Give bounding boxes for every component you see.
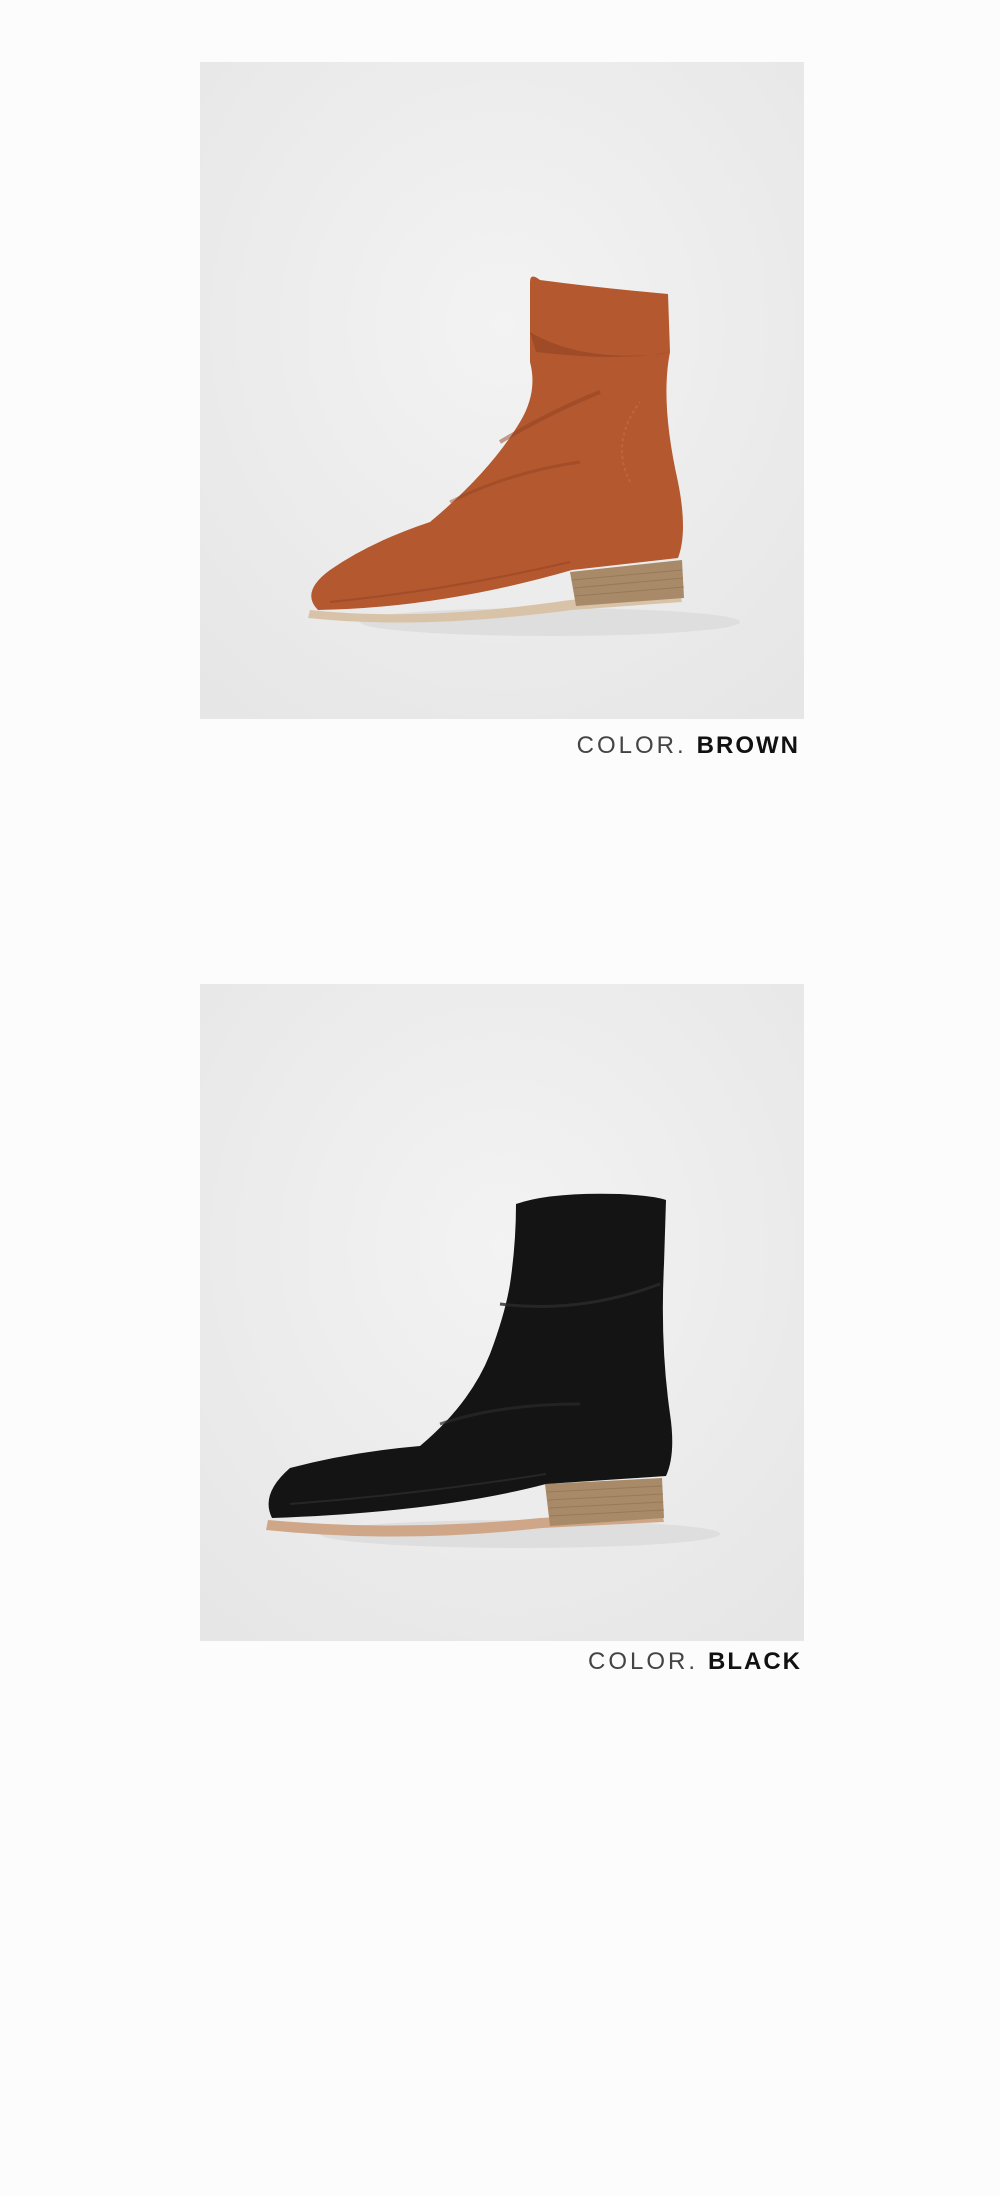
black-boot-image: [200, 984, 804, 1641]
color-caption-black: COLOR. BLACK: [588, 1648, 802, 1676]
color-label: COLOR.: [587, 1648, 698, 1675]
brown-boot-image: [200, 62, 804, 719]
product-photo-brown-boot: [200, 62, 804, 719]
boot-heel: [545, 1478, 664, 1526]
color-label: COLOR.: [576, 732, 687, 759]
color-name: BLACK: [708, 1648, 802, 1675]
color-caption-brown: COLOR. BROWN: [577, 732, 800, 760]
product-photo-black-boot: [200, 984, 804, 1641]
color-name: BROWN: [696, 732, 800, 759]
